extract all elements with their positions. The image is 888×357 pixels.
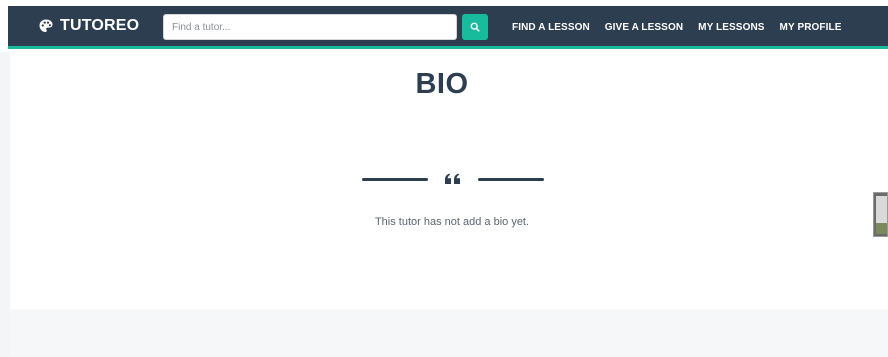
page: TUTOREO FIND A LESSON GIVE A LESSON MY L… [0,0,888,357]
divider-line-left [362,177,428,181]
nav-give-a-lesson[interactable]: GIVE A LESSON [605,22,683,33]
search-button[interactable] [462,14,488,40]
brand-name: TUTOREO [60,17,140,34]
search-icon [470,22,480,32]
bio-title: BIO [415,68,469,100]
search-input[interactable] [163,14,457,40]
palette-icon [39,19,53,32]
nav-my-lessons[interactable]: MY LESSONS [698,22,764,33]
nav-my-profile[interactable]: MY PROFILE [780,22,842,33]
bio-text: This tutor has not add a bio yet. [374,216,530,228]
title-divider [362,168,544,190]
side-widget-accent [876,223,887,234]
navbar: TUTOREO FIND A LESSON GIVE A LESSON MY L… [8,6,888,49]
nav-find-a-lesson[interactable]: FIND A LESSON [512,22,590,33]
footer-band [10,309,888,357]
side-widget[interactable] [873,192,888,237]
main-nav: FIND A LESSON GIVE A LESSON MY LESSONS M… [512,6,856,49]
divider-line-right [478,177,544,181]
quote-icon [428,173,478,185]
brand-link[interactable]: TUTOREO [38,17,139,35]
